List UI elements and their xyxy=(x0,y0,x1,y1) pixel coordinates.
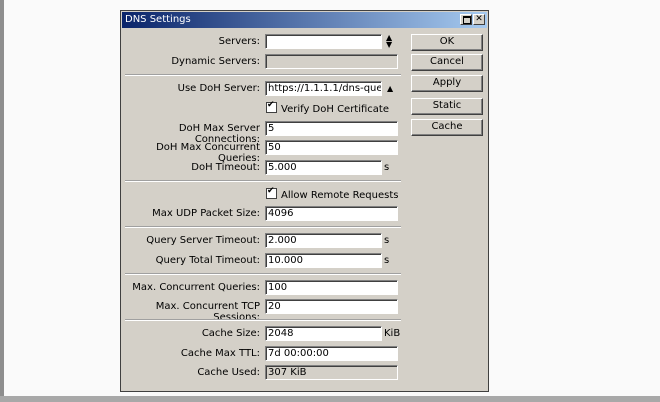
query-total-timeout-unit: s xyxy=(384,255,390,266)
ok-button[interactable]: OK xyxy=(411,34,483,51)
desktop-bottom xyxy=(0,396,660,402)
cache-size-unit: KiB xyxy=(384,328,401,339)
separator xyxy=(125,319,401,321)
dynamic-servers-label: Dynamic Servers: xyxy=(171,56,260,67)
separator xyxy=(125,74,401,76)
doh-timeout-input[interactable]: 5.000 xyxy=(265,160,382,175)
separator xyxy=(125,273,401,275)
verify-doh-checkbox[interactable]: Verify DoH Certificate xyxy=(266,100,390,115)
doh-timeout-unit: s xyxy=(384,162,390,173)
query-server-timeout-input[interactable]: 2.000 xyxy=(265,233,382,248)
cancel-button[interactable]: Cancel xyxy=(411,54,483,71)
query-server-timeout-unit: s xyxy=(384,235,390,246)
maximize-icon[interactable] xyxy=(460,14,472,25)
cache-used-field: 307 KiB xyxy=(265,365,398,380)
max-concurrent-queries-input[interactable]: 100 xyxy=(265,280,398,295)
separator xyxy=(125,226,401,228)
doh-max-queries-input[interactable]: 50 xyxy=(265,140,398,155)
cache-max-ttl-input[interactable]: 7d 00:00:00 xyxy=(265,346,398,361)
cache-size-label: Cache Size: xyxy=(201,328,260,339)
allow-remote-label: Allow Remote Requests xyxy=(281,190,399,201)
static-button[interactable]: Static xyxy=(411,98,483,115)
dns-settings-window: DNS Settings ✕ Servers: ▲ ▼ Dynamic Serv… xyxy=(120,10,489,392)
cache-used-label: Cache Used: xyxy=(197,367,260,378)
doh-server-up-icon[interactable]: ▲ xyxy=(387,84,393,93)
allow-remote-checkbox[interactable]: Allow Remote Requests xyxy=(266,186,399,201)
cache-size-input[interactable]: 2048 xyxy=(265,326,382,341)
checkbox-check-icon[interactable] xyxy=(266,100,277,113)
doh-timeout-label: DoH Timeout: xyxy=(191,162,260,173)
max-concurrent-tcp-input[interactable]: 20 xyxy=(265,299,398,314)
query-total-timeout-input[interactable]: 10.000 xyxy=(265,253,382,268)
window-titlebar[interactable]: DNS Settings ✕ xyxy=(122,12,487,28)
cache-button[interactable]: Cache xyxy=(411,119,483,136)
dynamic-servers-field xyxy=(265,54,398,69)
doh-server-input[interactable]: https://1.1.1.1/dns-query xyxy=(265,81,382,96)
max-concurrent-queries-label: Max. Concurrent Queries: xyxy=(132,282,260,293)
apply-button[interactable]: Apply xyxy=(411,75,483,92)
close-icon[interactable]: ✕ xyxy=(473,14,485,25)
cache-max-ttl-label: Cache Max TTL: xyxy=(180,348,260,359)
max-udp-label: Max UDP Packet Size: xyxy=(152,208,260,219)
checkbox-check-icon[interactable] xyxy=(266,186,277,199)
max-udp-input[interactable]: 4096 xyxy=(265,206,398,221)
servers-label: Servers: xyxy=(218,36,260,47)
servers-down-icon[interactable]: ▼ xyxy=(386,40,392,49)
servers-input[interactable] xyxy=(265,34,382,49)
doh-server-label: Use DoH Server: xyxy=(177,83,260,94)
window-title: DNS Settings xyxy=(125,14,191,25)
doh-max-connections-input[interactable]: 5 xyxy=(265,121,398,136)
verify-doh-label: Verify DoH Certificate xyxy=(281,104,390,115)
doh-max-queries-label: DoH Max Concurrent Queries: xyxy=(156,142,260,164)
query-total-timeout-label: Query Total Timeout: xyxy=(155,255,260,266)
desktop-edge xyxy=(0,0,4,402)
separator xyxy=(125,180,401,182)
query-server-timeout-label: Query Server Timeout: xyxy=(146,235,260,246)
